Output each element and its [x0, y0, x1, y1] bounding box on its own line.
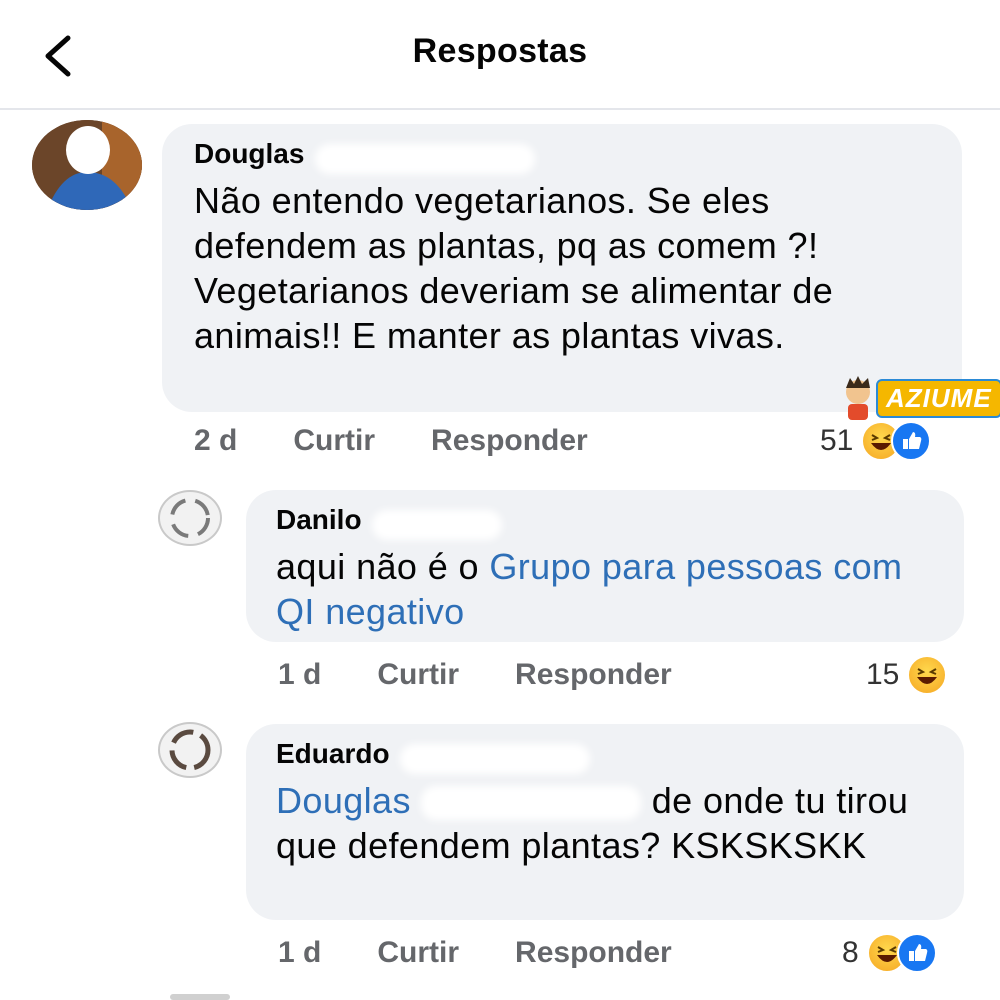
comment-author[interactable]: Danilo [276, 504, 940, 540]
page-title: Respostas [412, 32, 588, 70]
comment-time[interactable]: 2 d [194, 424, 237, 458]
profile-photo-icon [32, 120, 142, 210]
reactions-summary[interactable]: 51 [820, 421, 932, 461]
comment-time[interactable]: 1 d [278, 936, 321, 970]
like-link[interactable]: Curtir [293, 424, 375, 458]
comment-bubble: Eduardo Douglas de onde tu tirou que def… [246, 724, 964, 920]
comment-time[interactable]: 1 d [278, 658, 321, 692]
avatar[interactable] [32, 120, 142, 210]
like-link[interactable]: Curtir [377, 936, 459, 970]
comment-author[interactable]: Douglas [194, 138, 932, 174]
default-avatar-icon [170, 498, 210, 538]
comment-bubble: Douglas Não entendo vegetarianos. Se ele… [162, 124, 962, 412]
next-comment-hint [170, 994, 230, 1000]
redacted-name [400, 743, 591, 774]
mascot-icon [846, 376, 870, 420]
like-icon [891, 421, 932, 461]
comment-actions: 1 d Curtir Responder [278, 936, 672, 970]
header: Respostas [0, 0, 1000, 110]
mention-link[interactable]: Douglas [276, 780, 411, 821]
redacted-name [372, 509, 503, 540]
comment-author[interactable]: Eduardo [276, 738, 940, 774]
comment-bubble: Danilo aqui não é o Grupo para pessoas c… [246, 490, 964, 642]
comment-text: aqui não é o Grupo para pessoas com QI n… [276, 545, 903, 632]
reply-link[interactable]: Responder [431, 424, 588, 458]
like-link[interactable]: Curtir [377, 658, 459, 692]
reaction-count: 15 [866, 658, 900, 691]
reply-link[interactable]: Responder [515, 658, 672, 692]
reactions-summary[interactable]: 15 [866, 655, 948, 695]
default-avatar-icon [169, 729, 211, 771]
comment-text: Douglas de onde tu tirou que defendem pl… [276, 779, 909, 866]
avatar[interactable] [158, 722, 222, 778]
redacted-name [421, 786, 642, 821]
haha-icon [907, 655, 948, 695]
watermark: AZIUME [840, 376, 1000, 420]
reactions-summary[interactable]: 8 [842, 933, 937, 973]
redacted-name [314, 143, 535, 174]
like-icon [896, 933, 937, 973]
avatar[interactable] [158, 490, 222, 546]
comment-actions: 1 d Curtir Responder [278, 658, 672, 692]
comment-actions: 2 d Curtir Responder [194, 424, 588, 458]
reply-link[interactable]: Responder [515, 936, 672, 970]
reaction-count: 8 [842, 936, 859, 969]
comment-text: Não entendo vegetarianos. Se eles defend… [194, 179, 834, 356]
reaction-count: 51 [820, 424, 854, 457]
